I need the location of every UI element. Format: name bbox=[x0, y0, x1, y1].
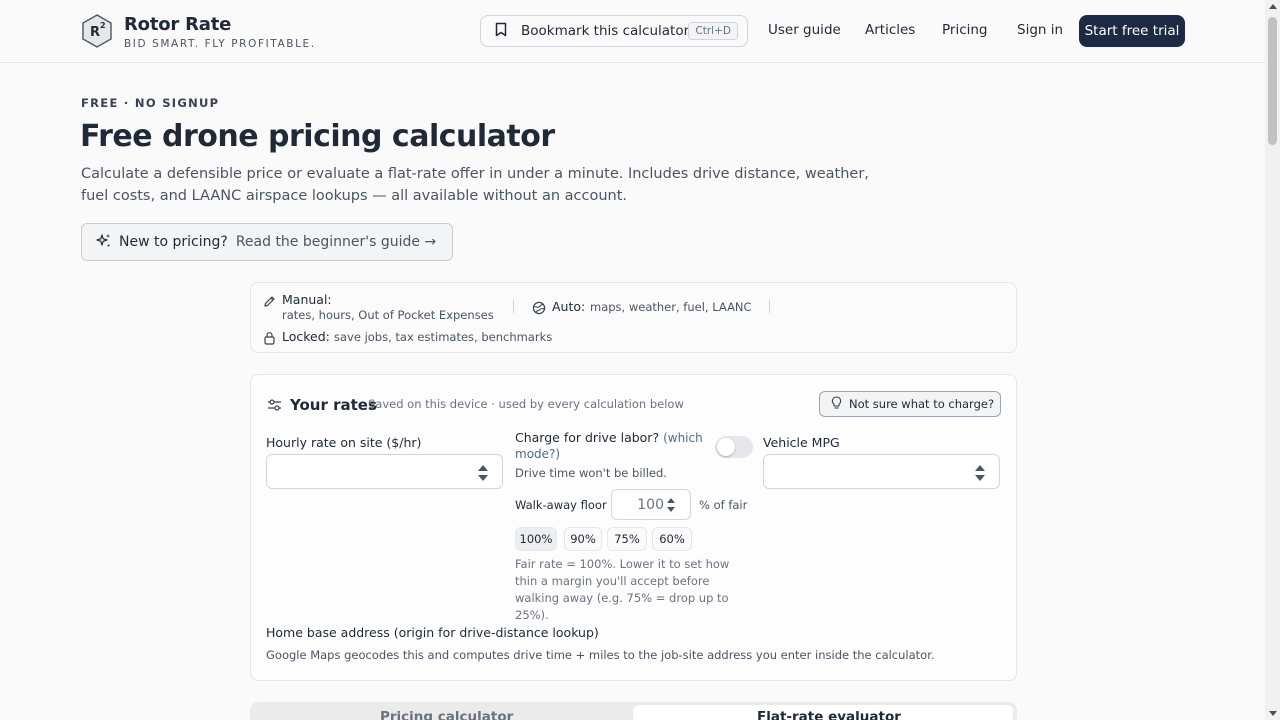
home-base-label: Home base address (origin for drive-dist… bbox=[266, 625, 599, 640]
vehicle-mpg-input[interactable] bbox=[763, 454, 1000, 489]
rates-title: Your rates bbox=[290, 396, 377, 414]
beginners-guide-button[interactable]: New to pricing? Read the beginner's guid… bbox=[81, 223, 453, 261]
guide-prompt: New to pricing? bbox=[119, 234, 228, 250]
auto-mode-description: maps, weather, fuel, LAANC bbox=[590, 300, 752, 314]
walk-away-floor-unit: % of fair bbox=[699, 498, 748, 512]
stepper-arrows-icon[interactable] bbox=[667, 498, 676, 512]
hero-eyebrow: FREE · NO SIGNUP bbox=[81, 96, 220, 110]
scroll-up-arrow-icon[interactable] bbox=[1269, 4, 1277, 9]
mode-summary-card: Manual: rates, hours, Out of Pocket Expe… bbox=[250, 282, 1017, 353]
tab-pricing-calculator[interactable]: Pricing calculator bbox=[380, 709, 513, 720]
brand-tagline: BID SMART. FLY PROFITABLE. bbox=[124, 38, 316, 50]
bookmark-button[interactable]: Bookmark this calculator Ctrl+D bbox=[480, 15, 748, 47]
pencil-icon bbox=[263, 293, 276, 312]
calculator-tabs: Pricing calculator Flat-rate evaluator bbox=[250, 702, 1017, 720]
divider bbox=[513, 300, 514, 313]
vehicle-mpg-label: Vehicle MPG bbox=[763, 435, 840, 450]
walk-away-floor-input[interactable]: 100 bbox=[611, 489, 691, 520]
drive-labor-toggle[interactable] bbox=[715, 436, 753, 458]
start-free-trial-button[interactable]: Start free trial bbox=[1079, 15, 1185, 47]
locked-mode-label: Locked: bbox=[282, 329, 330, 344]
page-scrollbar[interactable] bbox=[1265, 0, 1280, 720]
sparkle-icon bbox=[96, 233, 111, 252]
logo-letter: R bbox=[90, 25, 100, 40]
nav-sign-in[interactable]: Sign in bbox=[1017, 22, 1063, 38]
guide-link[interactable]: Read the beginner's guide → bbox=[236, 234, 436, 250]
site-header: R 2 Rotor Rate BID SMART. FLY PROFITABLE… bbox=[0, 0, 1265, 63]
manual-mode-label: Manual: bbox=[282, 292, 332, 307]
page-title: Free drone pricing calculator bbox=[80, 119, 555, 154]
walk-away-floor-value: 100 bbox=[637, 497, 664, 513]
your-rates-card: Your rates Saved on this device · used b… bbox=[250, 374, 1017, 681]
drive-labor-label: Charge for drive labor? (which mode?) bbox=[515, 430, 705, 462]
hourly-rate-input[interactable] bbox=[266, 454, 503, 489]
bookmark-label: Bookmark this calculator bbox=[521, 23, 690, 39]
logo-icon[interactable]: R 2 bbox=[81, 14, 113, 48]
logo-superscript: 2 bbox=[100, 21, 106, 30]
auto-mode-label: Auto: bbox=[552, 299, 586, 314]
home-base-note: Google Maps geocodes this and computes d… bbox=[266, 648, 935, 662]
divider bbox=[769, 300, 770, 313]
rates-subtitle: Saved on this device · used by every cal… bbox=[368, 397, 684, 411]
drive-labor-note: Drive time won't be billed. bbox=[515, 466, 667, 480]
toggle-knob bbox=[717, 438, 735, 456]
scrollbar-thumb[interactable] bbox=[1268, 17, 1277, 145]
fair-rate-note: Fair rate = 100%. Lower it to set how th… bbox=[515, 557, 730, 622]
lock-icon bbox=[263, 330, 276, 349]
percent-option-100[interactable]: 100% bbox=[515, 527, 557, 551]
tab-flat-rate-evaluator[interactable]: Flat-rate evaluator bbox=[633, 705, 1013, 720]
manual-mode-description: rates, hours, Out of Pocket Expenses bbox=[282, 308, 494, 322]
hourly-rate-label: Hourly rate on site ($/hr) bbox=[266, 435, 422, 450]
sliders-icon bbox=[267, 397, 282, 416]
bookmark-shortcut: Ctrl+D bbox=[688, 22, 738, 40]
globe-icon bbox=[532, 300, 546, 319]
percent-option-90[interactable]: 90% bbox=[564, 527, 602, 551]
tab-flat-rate-label: Flat-rate evaluator bbox=[757, 709, 901, 720]
locked-mode-description: save jobs, tax estimates, benchmarks bbox=[334, 330, 553, 344]
not-sure-what-to-charge-button[interactable]: Not sure what to charge? bbox=[819, 391, 1001, 417]
percent-option-60[interactable]: 60% bbox=[652, 527, 692, 551]
bookmark-icon bbox=[495, 22, 507, 41]
percent-option-75[interactable]: 75% bbox=[607, 527, 647, 551]
drive-labor-text: Charge for drive labor? bbox=[515, 430, 660, 445]
nav-articles[interactable]: Articles bbox=[865, 22, 915, 38]
nav-user-guide[interactable]: User guide bbox=[768, 22, 841, 38]
nav-pricing[interactable]: Pricing bbox=[942, 22, 988, 38]
scroll-down-arrow-icon[interactable] bbox=[1269, 711, 1277, 716]
hero-description: Calculate a defensible price or evaluate… bbox=[81, 166, 869, 204]
stepper-arrows-icon[interactable] bbox=[478, 465, 488, 481]
brand-name[interactable]: Rotor Rate bbox=[124, 14, 231, 35]
stepper-arrows-icon[interactable] bbox=[975, 465, 985, 481]
not-sure-label: Not sure what to charge? bbox=[849, 397, 995, 411]
lightbulb-icon bbox=[831, 395, 842, 413]
walk-away-floor-label: Walk-away floor bbox=[515, 498, 607, 512]
